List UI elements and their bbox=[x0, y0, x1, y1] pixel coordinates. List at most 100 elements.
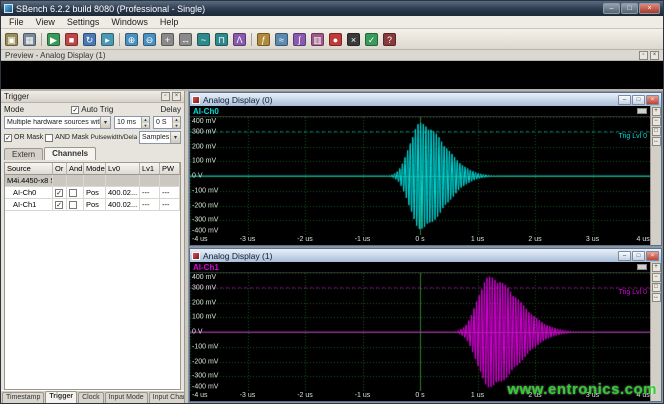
averaging-button[interactable]: ≈ bbox=[273, 31, 290, 48]
lv0-cell[interactable]: 400.02... bbox=[106, 187, 140, 199]
display-cursor-button[interactable]: ↔ bbox=[652, 293, 661, 302]
display-fit-button[interactable]: □ bbox=[652, 283, 661, 292]
preview-float-button[interactable]: ▫ bbox=[639, 51, 648, 60]
or-checkbox[interactable] bbox=[55, 201, 63, 209]
fft-button[interactable]: ∫ bbox=[291, 31, 308, 48]
display-zoom-out-button[interactable]: − bbox=[652, 273, 661, 282]
bottom-tab-clock[interactable]: Clock bbox=[78, 392, 104, 403]
close-display-button[interactable]: × bbox=[345, 31, 362, 48]
auto-trig-checkbox[interactable]: Auto Trig bbox=[71, 105, 113, 114]
channel-bar-handle[interactable] bbox=[637, 108, 647, 114]
pulsewidth-unit-select[interactable]: Samples ▾ bbox=[139, 131, 181, 144]
display-close-button[interactable]: × bbox=[646, 251, 659, 261]
channel-label[interactable]: AI-Ch0 bbox=[193, 107, 219, 116]
and-cell[interactable] bbox=[67, 187, 84, 199]
trigger-source-select[interactable]: Multiple hardware sources with AND/OR ▾ bbox=[4, 116, 111, 129]
menu-windows[interactable]: Windows bbox=[105, 16, 154, 28]
panel-float-button[interactable]: ▫ bbox=[161, 92, 170, 101]
and-checkbox[interactable] bbox=[69, 201, 77, 209]
dropdown-arrow-icon[interactable]: ▾ bbox=[100, 117, 110, 128]
start-acquisition-button[interactable]: ▶ bbox=[45, 31, 62, 48]
or-mask-checkbox[interactable]: OR Mask bbox=[4, 134, 43, 142]
column-header-pw[interactable]: PW bbox=[160, 163, 180, 175]
or-mask-checkbox-box[interactable] bbox=[4, 134, 12, 142]
analog-display-button[interactable]: ~ bbox=[195, 31, 212, 48]
panel-close-button[interactable]: × bbox=[172, 92, 181, 101]
display-zoom-in-button[interactable]: + bbox=[652, 263, 661, 272]
preview-area[interactable] bbox=[1, 61, 663, 91]
or-cell[interactable] bbox=[53, 187, 67, 199]
menu-view[interactable]: View bbox=[30, 16, 61, 28]
histogram-button[interactable]: ▥ bbox=[309, 31, 326, 48]
dropdown-arrow-icon[interactable]: ▾ bbox=[170, 132, 180, 143]
pw-cell[interactable]: --- bbox=[160, 187, 180, 199]
and-mask-checkbox-box[interactable] bbox=[45, 134, 53, 142]
spectrum-display-button[interactable]: Λ bbox=[231, 31, 248, 48]
calculation-button[interactable]: ƒ bbox=[255, 31, 272, 48]
menu-help[interactable]: Help bbox=[154, 16, 185, 28]
title-bar[interactable]: SBench 6.2.2 build 8080 (Professional - … bbox=[1, 1, 663, 16]
help-button[interactable]: ? bbox=[381, 31, 398, 48]
column-header-and[interactable]: And bbox=[67, 163, 84, 175]
display-zoom-out-button[interactable]: − bbox=[652, 117, 661, 126]
trigger-tab-channels[interactable]: Channels bbox=[44, 147, 96, 160]
or-checkbox[interactable] bbox=[55, 189, 63, 197]
bottom-tab-timestamp[interactable]: Timestamp bbox=[2, 392, 44, 403]
trigger-level-label[interactable]: Trig Lvl 0 bbox=[618, 133, 647, 140]
column-header-lv0[interactable]: Lv0 bbox=[106, 163, 140, 175]
mode-cell[interactable]: Pos bbox=[84, 187, 106, 199]
display-close-button[interactable]: × bbox=[646, 95, 659, 105]
spin-down-icon[interactable]: ▼ bbox=[173, 123, 180, 129]
auto-trig-time-input[interactable]: 10 ms ▲ ▼ bbox=[114, 116, 150, 129]
minimize-button[interactable]: – bbox=[603, 3, 620, 14]
maximize-button[interactable]: □ bbox=[621, 3, 638, 14]
record-button[interactable]: ● bbox=[327, 31, 344, 48]
menu-file[interactable]: File bbox=[3, 16, 30, 28]
plot-area[interactable]: Trig Lvl 0 400 mV300 mV200 mV100 mV0 V-1… bbox=[190, 273, 650, 391]
check-settings-button[interactable]: ✓ bbox=[363, 31, 380, 48]
display-title-bar[interactable]: Analog Display (0) – □ × bbox=[190, 93, 661, 106]
save-project-button[interactable]: ▦ bbox=[21, 31, 38, 48]
mode-cell[interactable]: Pos bbox=[84, 199, 106, 211]
column-header-lv1[interactable]: Lv1 bbox=[140, 163, 160, 175]
lv1-cell[interactable]: --- bbox=[140, 187, 160, 199]
display-cursor-button[interactable]: ↔ bbox=[652, 137, 661, 146]
menu-settings[interactable]: Settings bbox=[61, 16, 106, 28]
spin-down-icon[interactable]: ▼ bbox=[142, 123, 149, 129]
close-button[interactable]: × bbox=[639, 3, 660, 14]
single-shot-button[interactable]: ▸ bbox=[99, 31, 116, 48]
display-maximize-button[interactable]: □ bbox=[632, 95, 645, 105]
open-project-button[interactable]: ▣ bbox=[3, 31, 20, 48]
channel-label[interactable]: AI-Ch1 bbox=[193, 263, 219, 272]
bottom-tab-trigger[interactable]: Trigger bbox=[45, 391, 77, 403]
channel-row[interactable]: AI-Ch0Pos400.02...------ bbox=[5, 187, 180, 199]
or-cell[interactable] bbox=[53, 199, 67, 211]
column-header-mode[interactable]: Mode bbox=[84, 163, 106, 175]
preview-close-button[interactable]: × bbox=[650, 51, 659, 60]
trigger-level-label[interactable]: Trig Lvl 0 bbox=[618, 289, 647, 296]
channel-bar-handle[interactable] bbox=[637, 264, 647, 270]
trigger-panel-caption[interactable]: Trigger ▫ × bbox=[1, 91, 184, 103]
plot-area[interactable]: Trig Lvl 0 400 mV300 mV200 mV100 mV0 V-1… bbox=[190, 117, 650, 235]
and-checkbox[interactable] bbox=[69, 189, 77, 197]
auto-trig-checkbox-box[interactable] bbox=[71, 106, 79, 114]
restart-acquisition-button[interactable]: ↻ bbox=[81, 31, 98, 48]
display-minimize-button[interactable]: – bbox=[618, 251, 631, 261]
digital-display-button[interactable]: ⊓ bbox=[213, 31, 230, 48]
display-fit-button[interactable]: □ bbox=[652, 127, 661, 136]
bottom-tab-input-mode[interactable]: Input Mode bbox=[105, 392, 148, 403]
preview-header[interactable]: Preview - Analog Display (1) ▫ × bbox=[1, 50, 663, 61]
pan-mode-button[interactable]: ↔ bbox=[177, 31, 194, 48]
display-zoom-in-button[interactable]: + bbox=[652, 107, 661, 116]
stop-acquisition-button[interactable]: ■ bbox=[63, 31, 80, 48]
lv0-cell[interactable]: 400.02... bbox=[106, 199, 140, 211]
column-header-source[interactable]: Source bbox=[5, 163, 53, 175]
pw-cell[interactable]: --- bbox=[160, 199, 180, 211]
display-title-bar[interactable]: Analog Display (1) – □ × bbox=[190, 249, 661, 262]
display-minimize-button[interactable]: – bbox=[618, 95, 631, 105]
and-cell[interactable] bbox=[67, 199, 84, 211]
table-group-row[interactable]: M4i.4450-x8 S... bbox=[5, 175, 180, 187]
trigger-tab-extern[interactable]: Extern bbox=[4, 148, 43, 160]
zoom-in-button[interactable]: ⊕ bbox=[123, 31, 140, 48]
zoom-out-button[interactable]: ⊖ bbox=[141, 31, 158, 48]
